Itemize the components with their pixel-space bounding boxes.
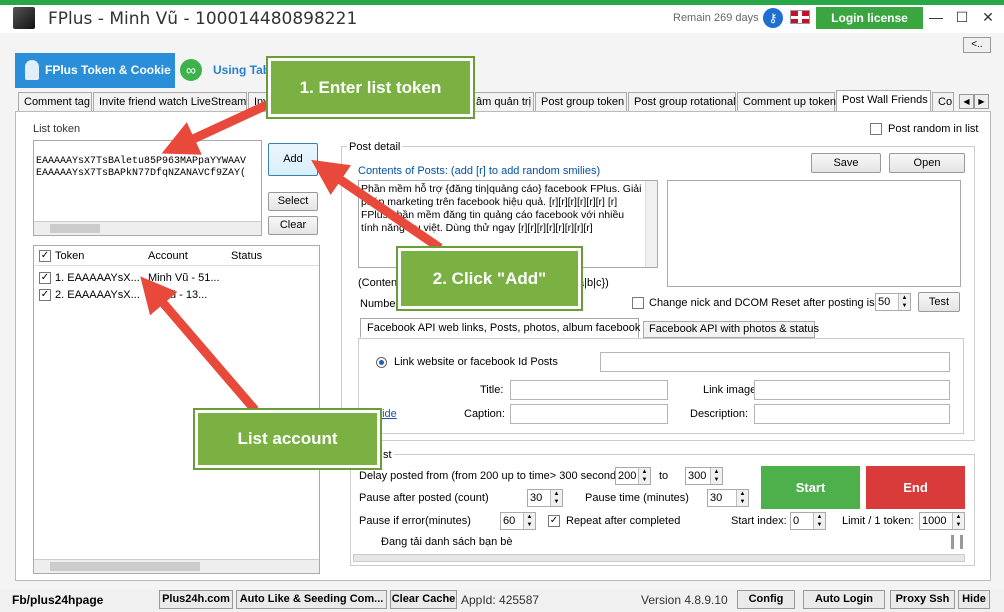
status-bar: Fb/plus24hpage Plus24h.com Auto Like & S… — [0, 590, 1004, 612]
callout-enter-token: 1. Enter list token — [268, 58, 473, 117]
clear-cache-button[interactable]: Clear Cache — [390, 590, 457, 609]
auto-login-button[interactable]: Auto Login — [803, 590, 885, 609]
arrow-to-add-button — [311, 159, 443, 252]
hide-button[interactable]: Hide — [958, 590, 990, 609]
callout-click-add: 2. Click "Add" — [398, 248, 581, 309]
callout-list-account: List account — [195, 410, 380, 468]
arrow-to-account-list — [140, 276, 259, 413]
appid-label: AppId: 425587 — [461, 593, 540, 607]
version-label: Version 4.8.9.10 — [641, 593, 728, 607]
proxy-ssh-button[interactable]: Proxy Ssh — [890, 590, 955, 609]
arrow-to-token-box — [161, 93, 284, 155]
config-button[interactable]: Config — [737, 590, 795, 609]
auto-like-button[interactable]: Auto Like & Seeding Com... — [236, 590, 387, 609]
plus24h-button[interactable]: Plus24h.com — [159, 590, 233, 609]
fb-page-label: Fb/plus24hpage — [12, 593, 104, 607]
